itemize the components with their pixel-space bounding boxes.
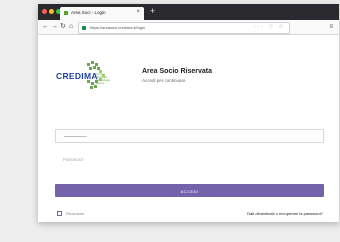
navigation-bar: ← → ↻ ⌂ https://areasoci.credima.it/logi… [38,20,339,35]
forward-icon[interactable]: → [51,22,58,32]
home-icon[interactable]: ⌂ [69,22,73,32]
browser-tab[interactable]: Area Soci - Login × [60,7,144,20]
tab-close-icon[interactable]: × [136,9,140,15]
lock-icon [82,26,86,30]
tab-title: Area Soci - Login [71,10,106,15]
minimize-window-icon[interactable] [49,9,54,14]
page-actions-icons[interactable]: ··· ♡ ☆ [254,24,285,30]
remember-label: Ricordami [66,211,85,216]
credima-logo: CREDIMA Centro Regionale Diabetologia Ma… [56,61,111,93]
logo-wordmark: CREDIMA [56,71,98,81]
logo-tagline: Centro Regionale Diabetologia Marche [96,73,110,85]
title-bar: Area Soci - Login × + [38,4,339,20]
browser-window: Area Soci - Login × + ← → ↻ ⌂ https://ar… [38,4,339,222]
reload-icon[interactable]: ↻ [60,22,66,32]
back-icon[interactable]: ← [42,22,49,32]
menu-icon[interactable]: ≡ [329,23,333,31]
password-field[interactable]: Password [55,153,324,167]
address-bar[interactable]: https://areasoci.credima.it/login ··· ♡ … [78,22,290,34]
page-subtitle: Accedi per continuare [142,78,186,83]
close-window-icon[interactable] [42,9,47,14]
page-title: Area Socio Riservata [142,68,213,75]
favicon-icon [64,11,68,15]
remember-checkbox[interactable] [57,211,62,216]
url-text: https://areasoci.credima.it/login [90,25,146,30]
forgot-password-link[interactable]: Dati dimenticati o recuperare la passwor… [247,211,323,216]
login-button[interactable]: ACCEDI [55,184,324,197]
username-field[interactable]: ————— [55,129,324,143]
new-tab-icon[interactable]: + [150,6,155,16]
login-page: CREDIMA Centro Regionale Diabetologia Ma… [38,35,339,222]
